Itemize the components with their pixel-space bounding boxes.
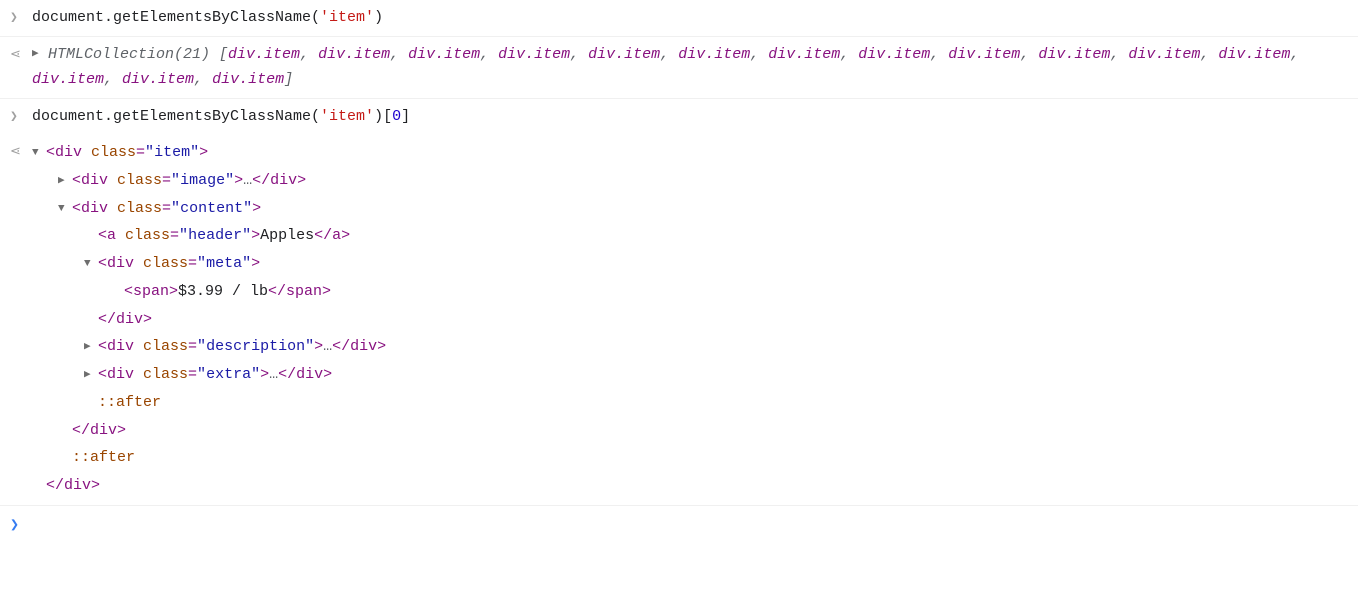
tree-row-div-description[interactable]: ▶<div class="description">…</div>: [32, 333, 1350, 361]
code-number: 0: [392, 108, 401, 125]
dom-tree[interactable]: ▼<div class="item"> ▶<div class="image">…: [32, 139, 1350, 500]
collection-item: div.item: [768, 46, 840, 63]
disclosure-triangle-icon[interactable]: ▼: [84, 254, 98, 274]
disclosure-triangle-icon[interactable]: ▶: [84, 365, 98, 385]
code-text: )[: [374, 108, 392, 125]
collection-item: div.item: [212, 71, 284, 88]
collection-item: div.item: [858, 46, 930, 63]
tree-row-pseudo-after-content[interactable]: ▶::after: [32, 389, 1350, 417]
collection-item: div.item: [498, 46, 570, 63]
input-prompt-icon: ❯: [10, 104, 32, 128]
output-prompt-icon: ⋖: [10, 139, 32, 163]
expand-arrow-icon[interactable]: ▶: [32, 45, 48, 64]
collection-item: div.item: [678, 46, 750, 63]
collection-type-label: HTMLCollection(21): [48, 46, 210, 63]
input-prompt-icon: ❯: [10, 5, 32, 29]
code-input-2[interactable]: document.getElementsByClassName('item')[…: [32, 104, 1350, 130]
tree-row-close-item[interactable]: ▶</div>: [32, 472, 1350, 500]
tree-row-div-meta[interactable]: ▼<div class="meta">: [32, 250, 1350, 278]
collection-item: div.item: [1218, 46, 1290, 63]
code-text: document.getElementsByClassName(: [32, 108, 320, 125]
tree-row-span-price[interactable]: ▶<span>$3.99 / lb</span>: [32, 278, 1350, 306]
tree-row-close-content[interactable]: ▶</div>: [32, 417, 1350, 445]
tree-row-div-image[interactable]: ▶<div class="image">…</div>: [32, 167, 1350, 195]
code-text: ]: [401, 108, 410, 125]
collection-item: div.item: [32, 71, 104, 88]
console-result-line-1: ⋖ ▶HTMLCollection(21) [div.item, div.ite…: [0, 37, 1358, 99]
collection-item: div.item: [1038, 46, 1110, 63]
code-text: document.getElementsByClassName(: [32, 9, 320, 26]
console-input-line-2: ❯ document.getElementsByClassName('item'…: [0, 99, 1358, 135]
tree-row-div-extra[interactable]: ▶<div class="extra">…</div>: [32, 361, 1350, 389]
code-string: 'item': [320, 9, 374, 26]
disclosure-triangle-icon[interactable]: ▶: [84, 337, 98, 357]
tree-row-pseudo-after-item[interactable]: ▶::after: [32, 444, 1350, 472]
disclosure-triangle-icon[interactable]: ▼: [32, 143, 46, 163]
console-result-line-2: ⋖ ▼<div class="item"> ▶<div class="image…: [0, 134, 1358, 506]
collection-item: div.item: [318, 46, 390, 63]
collection-item: div.item: [1128, 46, 1200, 63]
collection-item: div.item: [228, 46, 300, 63]
collection-item: div.item: [122, 71, 194, 88]
tree-row-close-meta[interactable]: ▶</div>: [32, 306, 1350, 334]
tree-row-div-item[interactable]: ▼<div class="item">: [32, 139, 1350, 167]
disclosure-triangle-icon[interactable]: ▼: [58, 199, 72, 219]
output-prompt-icon: ⋖: [10, 42, 32, 66]
input-prompt-icon: ❯: [10, 511, 32, 539]
console-active-prompt[interactable]: ❯: [0, 506, 1358, 544]
disclosure-triangle-icon[interactable]: ▶: [58, 171, 72, 191]
result-content-1[interactable]: ▶HTMLCollection(21) [div.item, div.item,…: [32, 42, 1350, 93]
code-input-1[interactable]: document.getElementsByClassName('item'): [32, 5, 1350, 31]
collection-item: div.item: [408, 46, 480, 63]
tree-row-a-header[interactable]: ▶<a class="header">Apples</a>: [32, 222, 1350, 250]
code-string: 'item': [320, 108, 374, 125]
code-text: ): [374, 9, 383, 26]
tree-row-div-content[interactable]: ▼<div class="content">: [32, 195, 1350, 223]
collection-item: div.item: [588, 46, 660, 63]
collection-item: div.item: [948, 46, 1020, 63]
console-input-line-1: ❯ document.getElementsByClassName('item'…: [0, 0, 1358, 37]
